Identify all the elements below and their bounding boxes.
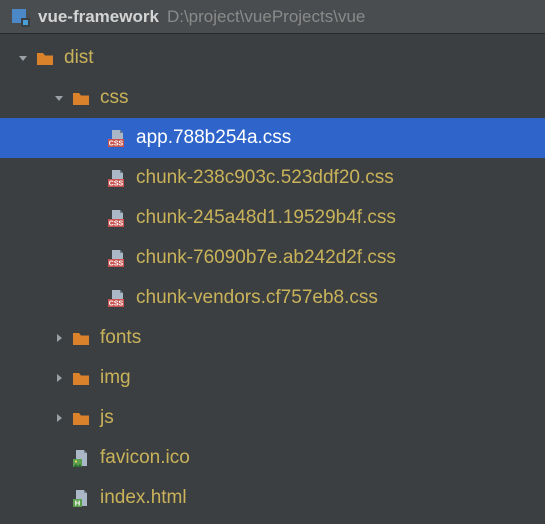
- svg-text:CSS: CSS: [109, 301, 124, 308]
- tree-row-fonts[interactable]: fonts: [0, 318, 545, 358]
- tree-row-chunk-vend[interactable]: CSS chunk-vendors.cf757eb8.css: [0, 278, 545, 318]
- chevron-right-icon[interactable]: [50, 329, 68, 347]
- arrow-spacer: [86, 249, 104, 267]
- chevron-down-icon[interactable]: [14, 49, 32, 67]
- tree-item-label: chunk-76090b7e.ab242d2f.css: [136, 247, 396, 269]
- svg-text:H: H: [75, 499, 80, 508]
- arrow-spacer: [50, 449, 68, 467]
- css-file-icon: CSS: [106, 127, 128, 149]
- tree-row-css[interactable]: css: [0, 78, 545, 118]
- tree-row-index[interactable]: Hindex.html: [0, 478, 545, 518]
- folder-icon: [34, 47, 56, 69]
- arrow-spacer: [86, 129, 104, 147]
- chevron-right-icon[interactable]: [50, 409, 68, 427]
- arrow-spacer: [86, 169, 104, 187]
- tree-row-chunk-760[interactable]: CSS chunk-76090b7e.ab242d2f.css: [0, 238, 545, 278]
- image-file-icon: [70, 447, 92, 469]
- css-file-icon: CSS: [106, 247, 128, 269]
- chevron-down-icon[interactable]: [50, 89, 68, 107]
- folder-icon: [70, 327, 92, 349]
- arrow-spacer: [50, 489, 68, 507]
- css-file-icon: CSS: [106, 167, 128, 189]
- tree-row-chunk-245[interactable]: CSS chunk-245a48d1.19529b4f.css: [0, 198, 545, 238]
- tree-item-label: app.788b254a.css: [136, 127, 291, 149]
- svg-text:CSS: CSS: [109, 181, 124, 188]
- tree-row-js[interactable]: js: [0, 398, 545, 438]
- tree-item-label: favicon.ico: [100, 447, 190, 469]
- tree-row-app-css[interactable]: CSS app.788b254a.css: [0, 118, 545, 158]
- project-module-icon: [10, 7, 30, 27]
- project-tree[interactable]: distcss CSS app.788b254a.css CSS chunk-238c9…: [0, 34, 545, 518]
- tree-row-img[interactable]: img: [0, 358, 545, 398]
- tree-item-label: js: [100, 407, 114, 429]
- tree-item-label: index.html: [100, 487, 187, 509]
- chevron-right-icon[interactable]: [50, 369, 68, 387]
- project-header: vue-framework D:\project\vueProjects\vue: [0, 0, 545, 34]
- tree-item-label: chunk-245a48d1.19529b4f.css: [136, 207, 396, 229]
- folder-icon: [70, 87, 92, 109]
- arrow-spacer: [86, 289, 104, 307]
- tree-row-dist[interactable]: dist: [0, 38, 545, 78]
- project-name[interactable]: vue-framework: [38, 7, 159, 27]
- arrow-spacer: [86, 209, 104, 227]
- tree-item-label: fonts: [100, 327, 141, 349]
- css-file-icon: CSS: [106, 287, 128, 309]
- css-file-icon: CSS: [106, 207, 128, 229]
- html-file-icon: H: [70, 487, 92, 509]
- tree-item-label: img: [100, 367, 131, 389]
- svg-text:CSS: CSS: [109, 141, 124, 148]
- tree-item-label: dist: [64, 47, 94, 69]
- folder-icon: [70, 367, 92, 389]
- tree-row-chunk-238[interactable]: CSS chunk-238c903c.523ddf20.css: [0, 158, 545, 198]
- tree-item-label: css: [100, 87, 129, 109]
- svg-text:CSS: CSS: [109, 261, 124, 268]
- folder-icon: [70, 407, 92, 429]
- tree-row-favicon[interactable]: favicon.ico: [0, 438, 545, 478]
- project-path: D:\project\vueProjects\vue: [167, 7, 365, 27]
- tree-item-label: chunk-238c903c.523ddf20.css: [136, 167, 394, 189]
- svg-text:CSS: CSS: [109, 221, 124, 228]
- tree-item-label: chunk-vendors.cf757eb8.css: [136, 287, 378, 309]
